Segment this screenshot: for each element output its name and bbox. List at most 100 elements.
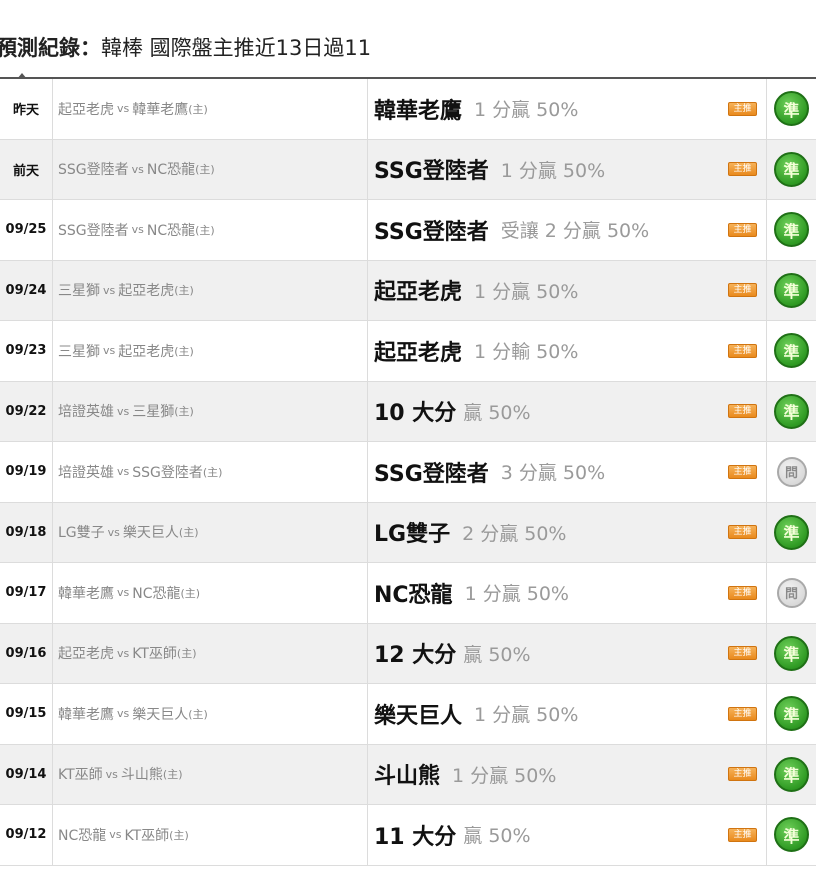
page-title-label: 預測紀錄： (0, 36, 101, 60)
main-pick-badge: 主推 (728, 101, 757, 116)
pick-detail: 1 分贏 50% (500, 159, 606, 182)
row-result: 準 (767, 140, 816, 200)
row-pick: NC恐龍 1 分贏 50% 主推 (368, 563, 767, 623)
pick-detail: 1 分贏 50% (474, 99, 579, 122)
row-matchup[interactable]: 三星獅 vs 起亞老虎 (主) (53, 321, 368, 381)
row-result: 準 (767, 503, 816, 563)
pick-selection: NC恐龍 (374, 582, 453, 608)
home-marker: (主) (162, 768, 183, 782)
row-date: 09/23 (0, 321, 53, 381)
result-hit-icon: 準 (774, 696, 809, 732)
row-matchup[interactable]: 起亞老虎 vs 韓華老鷹 (主) (53, 79, 368, 139)
away-team: SSG登陸者 (58, 162, 129, 179)
home-marker: (主) (174, 284, 194, 298)
main-pick-badge: 主推 (728, 222, 757, 237)
pick-selection: SSG登陸者 (374, 461, 489, 487)
table-row[interactable]: 09/19 培證英雄 vs SSG登陸者 (主) SSG登陸者 3 分贏 50% 主推問 (0, 442, 816, 503)
home-marker: (主) (202, 465, 223, 479)
row-date: 前天 (0, 139, 53, 199)
row-matchup[interactable]: 韓華老鷹 vs 樂天巨人 (主) (53, 684, 368, 744)
table-row[interactable]: 09/14 KT巫師 vs 斗山熊 (主) 斗山熊 1 分贏 50% 主推準 (0, 744, 816, 805)
vs-label: vs (131, 162, 144, 176)
pick-detail: 2 分贏 50% (462, 522, 567, 545)
table-row[interactable]: 09/25 SSG登陸者 vs NC恐龍 (主) SSG登陸者 受讓 2 分贏 50% 主推準 (0, 200, 816, 261)
pick-selection: 起亞老虎 (374, 340, 463, 366)
pick-detail: 贏 50% (463, 401, 531, 424)
main-pick-badge: 主推 (728, 646, 757, 661)
row-matchup[interactable]: 韓華老鷹 vs NC恐龍 (主) (53, 563, 368, 623)
row-matchup[interactable]: 培證英雄 vs 三星獅 (主) (53, 381, 368, 441)
vs-label: vs (117, 707, 130, 721)
home-marker: (主) (174, 405, 194, 419)
row-pick: 韓華老鷹 1 分贏 50% 主推 (368, 79, 767, 139)
row-pick: LG雙子 2 分贏 50% 主推 (368, 502, 767, 562)
main-pick-badge: 主推 (728, 767, 757, 782)
home-team: 三星獅 (132, 404, 175, 421)
away-team: 三星獅 (58, 343, 100, 360)
table-row[interactable]: 昨天 起亞老虎 vs 韓華老鷹 (主) 韓華老鷹 1 分贏 50% 主推準 (0, 79, 816, 140)
home-team: 起亞老虎 (118, 343, 175, 360)
table-row[interactable]: 09/16 起亞老虎 vs KT巫師 (主) 12 大分贏 50% 主推準 (0, 623, 816, 684)
table-row[interactable]: 09/15 韓華老鷹 vs 樂天巨人 (主) 樂天巨人 1 分贏 50% 主推準 (0, 684, 816, 745)
vs-label: vs (117, 586, 130, 600)
row-result: 準 (767, 684, 816, 744)
pick-selection: 韓華老鷹 (374, 98, 463, 124)
table-row[interactable]: 前天 SSG登陸者 vs NC恐龍 (主) SSG登陸者 1 分贏 50% 主推準 (0, 139, 816, 200)
row-date: 09/18 (0, 502, 53, 562)
vs-label: vs (117, 404, 130, 418)
row-date: 09/15 (0, 684, 53, 744)
away-team: SSG登陸者 (58, 222, 129, 239)
pick-selection: 11 大分 (374, 824, 457, 850)
home-marker: (主) (178, 526, 199, 540)
row-matchup[interactable]: NC恐龍 vs KT巫師 (主) (53, 805, 368, 865)
main-pick-badge: 主推 (728, 343, 757, 358)
away-team: 培證英雄 (58, 464, 114, 481)
pick-detail: 贏 50% (463, 825, 531, 848)
pick-selection: SSG登陸者 (374, 219, 489, 245)
home-team: KT巫師 (124, 827, 170, 844)
vs-label: vs (109, 828, 122, 842)
row-pick: 斗山熊 1 分贏 50% 主推 (368, 744, 767, 804)
pick-selection: 12 大分 (374, 643, 457, 669)
row-result: 準 (767, 805, 816, 865)
row-matchup[interactable]: KT巫師 vs 斗山熊 (主) (53, 744, 368, 804)
home-marker: (主) (188, 707, 208, 721)
row-date: 09/22 (0, 381, 53, 441)
away-team: 三星獅 (58, 283, 100, 300)
table-row[interactable]: 09/12 NC恐龍 vs KT巫師 (主) 11 大分贏 50% 主推準 (0, 805, 816, 866)
row-date: 09/14 (0, 744, 53, 804)
table-row[interactable]: 09/23 三星獅 vs 起亞老虎 (主) 起亞老虎 1 分輸 50% 主推 準 (0, 321, 816, 382)
row-matchup[interactable]: SSG登陸者 vs NC恐龍 (主) (53, 200, 368, 260)
vs-label: vs (107, 525, 120, 539)
row-matchup[interactable]: 培證英雄 vs SSG登陸者 (主) (53, 442, 368, 502)
row-matchup[interactable]: 三星獅 vs 起亞老虎 (主) (53, 260, 368, 320)
vs-label: vs (103, 344, 116, 358)
pick-detail: 受讓 2 分贏 50% (500, 220, 650, 243)
vs-label: vs (117, 646, 130, 660)
table-row[interactable]: 09/22 培證英雄 vs 三星獅 (主) 10 大分贏 50% 主推準 (0, 381, 816, 442)
row-date: 09/24 (0, 260, 53, 320)
row-matchup[interactable]: SSG登陸者 vs NC恐龍 (主) (53, 139, 368, 199)
row-result: 準 (767, 745, 816, 805)
pick-selection: 樂天巨人 (374, 703, 463, 729)
pick-selection: 10 大分 (374, 401, 457, 427)
row-date: 09/25 (0, 200, 53, 260)
row-result: 準 (767, 200, 816, 260)
main-pick-badge: 主推 (728, 464, 757, 479)
row-result: 問 (767, 442, 816, 502)
pick-detail: 1 分輸 50% (474, 341, 579, 364)
pick-selection: LG雙子 (374, 522, 451, 548)
table-row[interactable]: 09/24 三星獅 vs 起亞老虎 (主) 起亞老虎 1 分贏 50% 主推準 (0, 260, 816, 321)
pick-detail: 1 分贏 50% (474, 280, 579, 303)
table-row[interactable]: 09/18 LG雙子 vs 樂天巨人 (主) LG雙子 2 分贏 50% 主推準 (0, 502, 816, 563)
row-pick: 樂天巨人 1 分贏 50% 主推 (368, 684, 767, 744)
row-result: 準 (767, 79, 816, 139)
result-hit-icon: 準 (774, 333, 809, 369)
pick-selection: SSG登陸者 (374, 159, 489, 185)
row-matchup[interactable]: 起亞老虎 vs KT巫師 (主) (53, 623, 368, 683)
row-matchup[interactable]: LG雙子 vs 樂天巨人 (主) (53, 502, 368, 562)
home-marker: (主) (188, 102, 208, 116)
table-row[interactable]: 09/17 韓華老鷹 vs NC恐龍 (主) NC恐龍 1 分贏 50% 主推問 (0, 563, 816, 624)
row-pick: 起亞老虎 1 分輸 50% 主推 (368, 321, 767, 381)
result-hit-icon: 準 (774, 212, 809, 248)
